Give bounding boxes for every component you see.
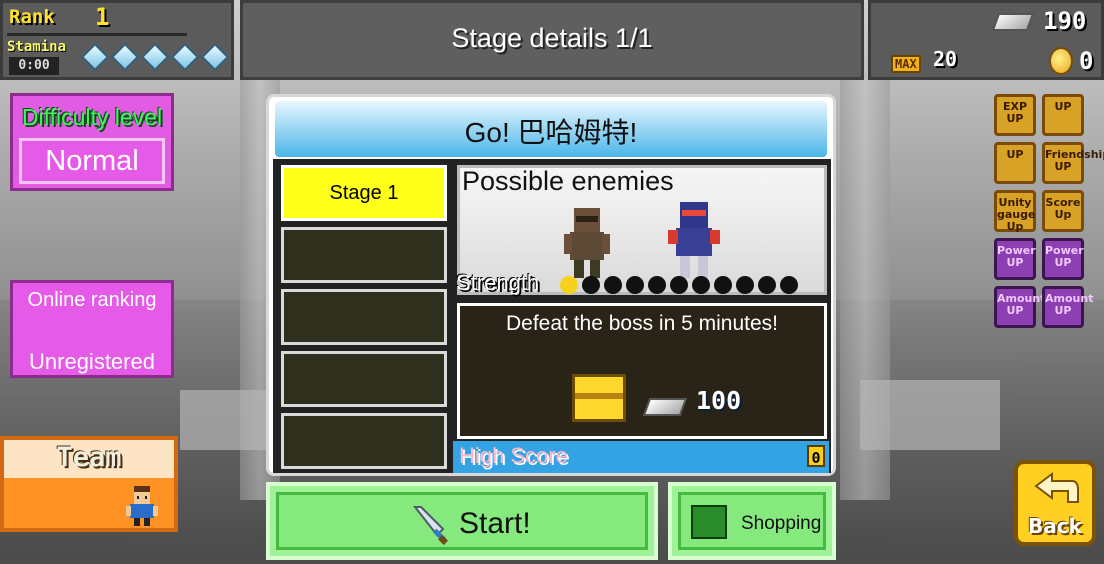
difficulty-label: Difficulty level xyxy=(21,104,163,130)
team-character-icon xyxy=(126,486,158,526)
stamina-label: Stamina xyxy=(7,39,67,55)
boost-item-icon[interactable]: Unity gauge Up xyxy=(994,190,1036,233)
stage-slot-5 xyxy=(281,413,447,469)
high-score-value: 0 xyxy=(807,445,825,467)
mission-panel: Defeat the boss in 5 minutes! 100 xyxy=(457,303,827,439)
stamina-diamond-icon xyxy=(110,42,140,72)
background-desk xyxy=(860,380,1000,450)
strength-star-icon xyxy=(560,276,578,294)
strength-star-icon xyxy=(714,276,732,294)
silver-count: 190 xyxy=(1043,7,1087,35)
start-button-face: Start! xyxy=(276,492,648,550)
back-button[interactable]: Back xyxy=(1014,460,1096,546)
stage-slot-3 xyxy=(281,289,447,345)
max-value: 20 xyxy=(933,47,958,71)
strength-star-icon xyxy=(736,276,754,294)
possible-enemies-title: Possible enemies xyxy=(462,166,674,196)
team-label: Team xyxy=(56,442,122,473)
stamina-diamond-icon xyxy=(170,42,200,72)
mission-text: Defeat the boss in 5 minutes! xyxy=(506,312,778,335)
boost-item-icon[interactable]: UP xyxy=(994,142,1036,184)
max-badge: MAX xyxy=(891,55,921,73)
boost-item-icon[interactable]: Power UP xyxy=(1042,238,1084,280)
boost-item-label: Amount UP xyxy=(1045,292,1094,317)
stage-slot-4 xyxy=(281,351,447,407)
strength-star-icon xyxy=(648,276,666,294)
stamina-timer: 0:00 xyxy=(9,57,59,75)
silver-bar-icon xyxy=(991,13,1035,31)
stage-details-dialog: Go! 巴哈姆特! Stage 1 Possible enemies Stren… xyxy=(266,94,836,476)
boost-item-label: Power UP xyxy=(997,244,1036,269)
strength-star-icon xyxy=(604,276,622,294)
boost-item-icon[interactable]: UP xyxy=(1042,94,1084,136)
reward-amount: 100 xyxy=(696,386,742,415)
rank-label: Rank xyxy=(9,6,55,28)
stage-slot-label: Stage 1 xyxy=(329,182,399,204)
boost-item-label: UP xyxy=(1006,148,1024,161)
online-ranking-button[interactable]: Online ranking Unregistered xyxy=(10,280,174,378)
page-title: Stage details 1/1 xyxy=(451,23,653,53)
online-ranking-status: Unregistered xyxy=(29,349,155,374)
team-header: Team xyxy=(4,440,174,478)
stage-slot-1[interactable]: Stage 1 xyxy=(281,165,447,221)
strength-star-icon xyxy=(780,276,798,294)
boost-item-label: Friendship UP xyxy=(1045,148,1104,173)
enemy-ninja-sprite xyxy=(668,202,720,278)
background-desk xyxy=(180,390,270,450)
boost-item-label: Unity gauge Up xyxy=(997,196,1036,233)
strength-star-icon xyxy=(758,276,776,294)
strength-star-icon xyxy=(626,276,644,294)
shopping-label: Shopping xyxy=(741,513,822,534)
stage-slot-2 xyxy=(281,227,447,283)
shopping-button-face: Shopping xyxy=(678,492,826,550)
boost-item-icon[interactable]: Friendship UP xyxy=(1042,142,1104,184)
difficulty-panel: Difficulty level Normal xyxy=(10,93,174,191)
back-label: Back xyxy=(1028,514,1082,538)
title-bar: Stage details 1/1 xyxy=(240,0,864,80)
start-label: Start! xyxy=(459,507,531,540)
boost-item-icon[interactable]: EXP UP xyxy=(994,94,1036,136)
boost-item-icon[interactable]: Amount UP xyxy=(994,286,1046,328)
possible-enemies-panel: Possible enemies Strength xyxy=(456,165,827,295)
sword-icon xyxy=(412,506,448,545)
shopping-button[interactable]: Shopping xyxy=(668,482,836,560)
back-arrow-icon xyxy=(1034,472,1079,503)
online-ranking-label: Online ranking xyxy=(27,289,157,311)
rank-value: 1 xyxy=(95,3,110,31)
player-status-panel: Rank 1 Stamina 0:00 xyxy=(0,0,234,80)
treasure-chest-icon xyxy=(572,374,626,422)
boost-item-icon[interactable]: Amount UP xyxy=(1042,286,1094,328)
boost-item-label: UP xyxy=(1054,100,1072,113)
high-score-bar: High Score 0 xyxy=(453,441,829,473)
difficulty-button[interactable]: Normal xyxy=(19,138,165,184)
chest-band xyxy=(575,393,623,399)
stage-title: Go! 巴哈姆特! xyxy=(464,117,638,148)
boost-item-label: Amount UP xyxy=(997,292,1046,317)
gold-coin-icon xyxy=(1049,47,1073,75)
stamina-diamond-icon xyxy=(200,42,230,72)
rank-divider xyxy=(7,33,187,36)
strength-star-icon xyxy=(670,276,688,294)
coin-count: 0 xyxy=(1079,47,1094,75)
dialog-header: Go! 巴哈姆特! xyxy=(275,101,827,157)
strength-star-icon xyxy=(692,276,710,294)
team-button[interactable]: Team xyxy=(0,436,178,532)
boost-item-icon[interactable]: Power UP xyxy=(994,238,1036,280)
boost-item-label: Score Up xyxy=(1045,196,1081,221)
start-button[interactable]: Start! xyxy=(266,482,658,560)
silver-bar-icon xyxy=(642,398,688,416)
boost-item-label: Power UP xyxy=(1045,244,1084,269)
currency-panel: 190 MAX 20 0 xyxy=(868,0,1104,80)
stamina-diamond-icon xyxy=(140,42,170,72)
dialog-body: Stage 1 Possible enemies Strength Defeat… xyxy=(273,159,831,473)
cash-register-icon xyxy=(691,505,727,539)
high-score-label: High Score xyxy=(459,443,568,468)
enemy-thug-sprite xyxy=(564,208,610,278)
stamina-diamond-icon xyxy=(80,42,110,72)
boost-item-icon[interactable]: Score Up xyxy=(1042,190,1084,232)
strength-label: Strength xyxy=(456,270,540,295)
strength-star-icon xyxy=(582,276,600,294)
boost-item-label: EXP UP xyxy=(1002,100,1028,125)
